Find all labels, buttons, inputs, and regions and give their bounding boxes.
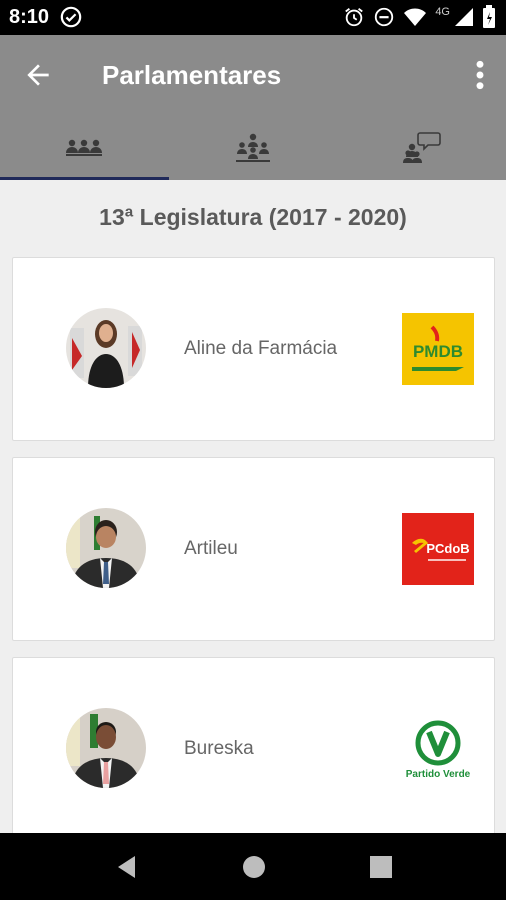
status-time: 8:10 <box>9 6 50 28</box>
parlamentar-name: Aline da Farmácia <box>184 338 338 359</box>
alarm-icon <box>345 8 364 27</box>
party-logo-pv: Partido Verde <box>402 713 474 785</box>
tab-parlamentares[interactable] <box>0 115 169 180</box>
status-icons: 4G <box>343 5 496 28</box>
nav-recents-icon[interactable] <box>367 853 395 881</box>
tab-comissoes[interactable] <box>337 115 506 180</box>
nav-home-icon[interactable] <box>240 853 268 881</box>
discussion-icon <box>402 131 441 163</box>
party-logo-pmdb: PMDB <box>402 313 474 385</box>
avatar <box>66 308 146 388</box>
parlamentar-card[interactable]: Aline da Farmácia PMDB <box>12 257 495 441</box>
assembly-icon <box>236 133 270 162</box>
parlamentar-name: Bureska <box>184 738 254 759</box>
avatar <box>66 708 146 788</box>
app-bar: Parlamentares <box>0 35 506 115</box>
status-bar: 8:10 4G <box>0 0 506 35</box>
battery-icon <box>483 5 495 28</box>
more-vert-icon[interactable] <box>472 59 488 91</box>
back-arrow-icon[interactable] <box>22 59 54 91</box>
pmdb-logo-text: PMDB <box>413 342 463 361</box>
tab-bar <box>0 115 506 180</box>
do-not-disturb-icon <box>375 7 394 27</box>
wifi-icon <box>404 8 427 26</box>
legislatura-heading: 13ª Legislatura (2017 - 2020) <box>99 204 407 230</box>
signal-icon <box>455 8 473 26</box>
parlamentar-card[interactable]: Bureska Partido Verde <box>12 657 495 841</box>
party-logo-pcdob: PCdoB <box>402 513 474 585</box>
pv-logo-text: Partido Verde <box>406 769 471 780</box>
group-icon <box>66 139 103 156</box>
check-circle-icon <box>60 6 82 28</box>
tab-mesa-diretora[interactable] <box>169 115 338 180</box>
system-nav-bar <box>0 833 506 900</box>
pcdob-logo-text: PCdoB <box>426 541 469 556</box>
avatar <box>66 508 146 588</box>
parlamentar-card[interactable]: Artileu PCdoB <box>12 457 495 641</box>
page-title: Parlamentares <box>102 60 282 90</box>
nav-back-icon[interactable] <box>113 853 141 881</box>
parlamentar-name: Artileu <box>184 538 238 559</box>
network-type: 4G <box>435 6 450 18</box>
